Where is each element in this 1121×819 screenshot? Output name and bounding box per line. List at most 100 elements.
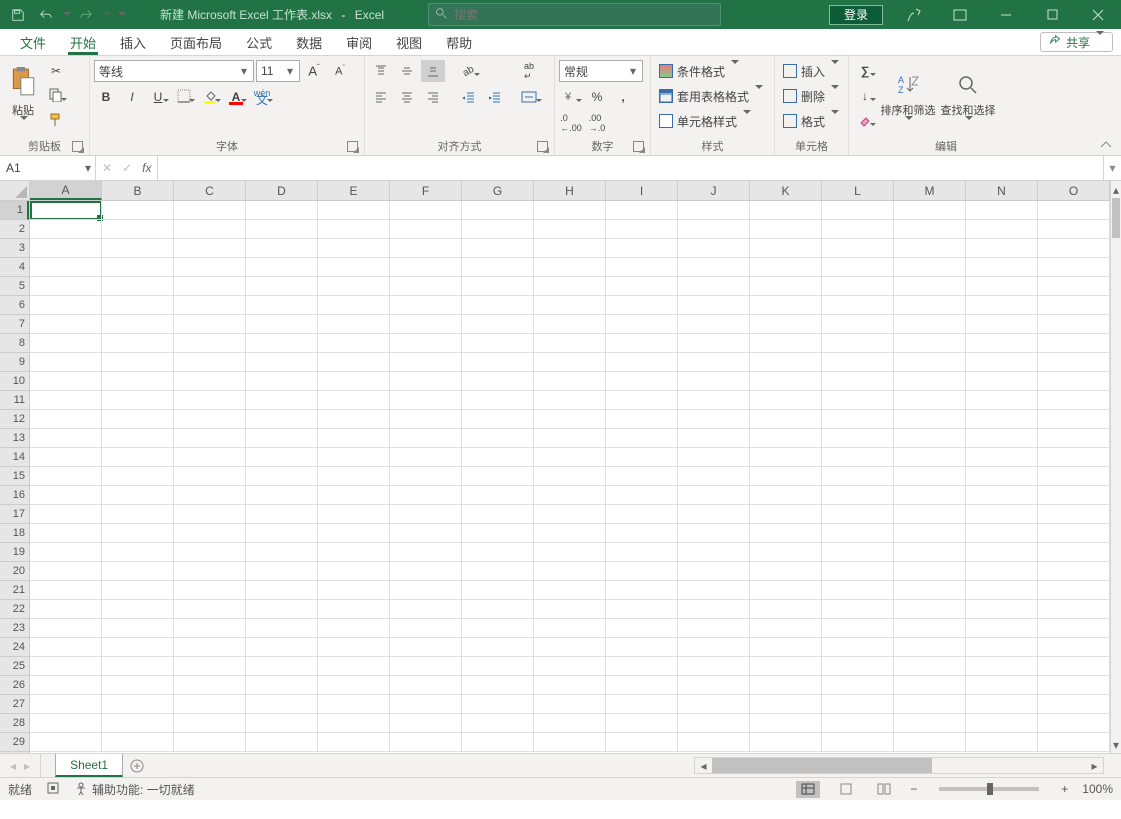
redo-icon[interactable] (72, 2, 100, 28)
row-header[interactable]: 6 (0, 296, 29, 315)
zoom-out-button[interactable]: − (910, 782, 917, 796)
dialog-launcher[interactable] (72, 141, 83, 152)
insert-cells-button[interactable]: 插入 (779, 60, 844, 82)
row-header[interactable]: 22 (0, 600, 29, 619)
delete-cells-button[interactable]: 删除 (779, 85, 844, 107)
column-header[interactable]: N (966, 181, 1038, 200)
increase-indent-button[interactable] (483, 86, 507, 108)
scroll-down-icon[interactable]: ▾ (1111, 736, 1121, 753)
scroll-thumb[interactable] (1112, 198, 1120, 238)
cell-styles-button[interactable]: 单元格样式 (655, 110, 770, 132)
row-header[interactable]: 20 (0, 562, 29, 581)
row-header[interactable]: 10 (0, 372, 29, 391)
column-header[interactable]: L (822, 181, 894, 200)
undo-icon[interactable] (32, 2, 60, 28)
fill-color-button[interactable] (198, 86, 222, 108)
number-format-combo[interactable]: 常规▾ (559, 60, 643, 82)
cut-button[interactable]: ✂ (44, 60, 68, 82)
bold-button[interactable]: B (94, 86, 118, 108)
ribbon-options-icon[interactable] (937, 0, 983, 29)
tab-review[interactable]: 审阅 (334, 29, 384, 55)
sort-filter-button[interactable]: AZ 排序和筛选 (879, 60, 937, 132)
column-header[interactable]: E (318, 181, 390, 200)
decrease-font-button[interactable]: Aˇ (328, 60, 352, 82)
dialog-launcher[interactable] (347, 141, 358, 152)
cancel-icon[interactable]: ✕ (102, 161, 112, 175)
expand-formula-bar[interactable]: ▾ (1103, 156, 1121, 180)
align-bottom-button[interactable] (421, 60, 445, 82)
cells-area[interactable] (30, 201, 1110, 753)
row-header[interactable]: 18 (0, 524, 29, 543)
column-header[interactable]: G (462, 181, 534, 200)
fx-icon[interactable]: fx (142, 161, 151, 175)
tab-page-layout[interactable]: 页面布局 (158, 29, 234, 55)
font-size-combo[interactable]: 11▾ (256, 60, 300, 82)
search-input[interactable] (454, 8, 714, 22)
tab-formulas[interactable]: 公式 (234, 29, 284, 55)
row-header[interactable]: 4 (0, 258, 29, 277)
login-button[interactable]: 登录 (829, 5, 883, 25)
row-header[interactable]: 23 (0, 619, 29, 638)
row-header[interactable]: 26 (0, 676, 29, 695)
decrease-indent-button[interactable] (457, 86, 481, 108)
row-header[interactable]: 5 (0, 277, 29, 296)
phonetic-button[interactable]: wén文 (250, 86, 274, 108)
border-button[interactable] (172, 86, 196, 108)
scroll-right-icon[interactable]: ▸ (1086, 758, 1103, 773)
row-header[interactable]: 16 (0, 486, 29, 505)
tab-insert[interactable]: 插入 (108, 29, 158, 55)
enter-icon[interactable]: ✓ (122, 161, 132, 175)
align-top-button[interactable] (369, 60, 393, 82)
sheet-tab[interactable]: Sheet1 (55, 754, 123, 777)
tab-home[interactable]: 开始 (58, 29, 108, 55)
row-header[interactable]: 17 (0, 505, 29, 524)
page-break-view-button[interactable] (872, 781, 896, 798)
accessibility-status[interactable]: 辅助功能: 一切就绪 (74, 781, 195, 798)
sheet-nav[interactable]: ◂▸ (0, 754, 41, 777)
dialog-launcher[interactable] (633, 141, 644, 152)
search-box[interactable] (428, 3, 721, 26)
row-header[interactable]: 12 (0, 410, 29, 429)
percent-button[interactable]: % (585, 86, 609, 108)
formula-input[interactable] (158, 156, 1103, 180)
underline-button[interactable]: U (146, 86, 170, 108)
row-header[interactable]: 24 (0, 638, 29, 657)
scroll-thumb[interactable] (712, 758, 932, 773)
align-right-button[interactable] (421, 86, 445, 108)
row-header[interactable]: 9 (0, 353, 29, 372)
autosum-button[interactable]: ∑ (853, 60, 877, 82)
column-header[interactable]: H (534, 181, 606, 200)
row-header[interactable]: 7 (0, 315, 29, 334)
share-button[interactable]: 共享 (1040, 32, 1113, 52)
coming-soon-icon[interactable] (891, 0, 937, 29)
undo-dropdown[interactable] (60, 2, 72, 28)
row-header[interactable]: 15 (0, 467, 29, 486)
copy-button[interactable] (44, 85, 68, 107)
page-layout-view-button[interactable] (834, 781, 858, 798)
minimize-icon[interactable] (983, 0, 1029, 29)
column-header[interactable]: I (606, 181, 678, 200)
collapse-ribbon-button[interactable] (1097, 137, 1115, 151)
row-header[interactable]: 2 (0, 220, 29, 239)
active-cell[interactable] (30, 201, 102, 220)
format-as-table-button[interactable]: 套用表格格式 (655, 85, 770, 107)
tab-help[interactable]: 帮助 (434, 29, 484, 55)
orientation-button[interactable]: ab (457, 60, 481, 82)
new-sheet-button[interactable] (123, 754, 151, 777)
qat-customize[interactable] (112, 2, 130, 28)
column-header[interactable]: B (102, 181, 174, 200)
column-header[interactable]: A (30, 181, 102, 200)
column-header[interactable]: O (1038, 181, 1110, 200)
row-header[interactable]: 27 (0, 695, 29, 714)
vertical-scrollbar[interactable]: ▴ ▾ (1110, 181, 1121, 753)
row-header[interactable]: 11 (0, 391, 29, 410)
maximize-icon[interactable] (1029, 0, 1075, 29)
row-header[interactable]: 14 (0, 448, 29, 467)
align-center-button[interactable] (395, 86, 419, 108)
column-header[interactable]: K (750, 181, 822, 200)
row-header[interactable]: 29 (0, 733, 29, 752)
select-all-corner[interactable] (0, 181, 30, 201)
row-header[interactable]: 21 (0, 581, 29, 600)
format-painter-button[interactable] (44, 110, 68, 132)
row-header[interactable]: 1 (0, 201, 29, 220)
